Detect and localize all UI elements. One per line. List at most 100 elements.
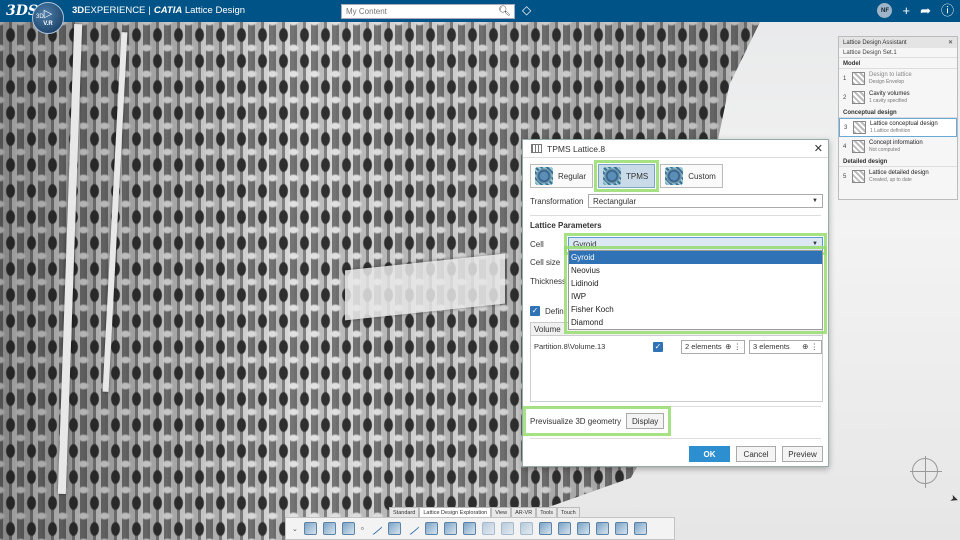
relations-tool-icon[interactable] [614, 522, 628, 535]
elements-field-2[interactable]: 3 elements ⊕ ⋮ [749, 339, 822, 354]
export-tool-icon[interactable] [595, 522, 609, 535]
volume-tool-icon[interactable] [538, 522, 552, 535]
assistant-title: Lattice Design Assistant [843, 39, 907, 46]
step-detail: 1 cavity specified [869, 97, 908, 104]
dialog-title: TPMS Lattice.8 [547, 143, 606, 154]
define-checkbox[interactable]: ✓ [530, 306, 540, 316]
custom-lattice-icon [665, 167, 684, 185]
step-title: Lattice conceptual design [870, 120, 938, 127]
avatar[interactable]: NF [877, 3, 893, 18]
box-tool-icon[interactable] [633, 522, 647, 535]
transformation-select[interactable]: Rectangular ▼ [588, 194, 823, 208]
plus-icon[interactable]: + [902, 4, 910, 17]
tab-view[interactable]: View [491, 507, 512, 517]
extrude-tool-icon[interactable] [462, 522, 476, 535]
tab-lattice-design-exploration[interactable]: Lattice Design Exploration [419, 507, 492, 517]
section-model: Model [839, 58, 957, 69]
step-lattice-detailed-design[interactable]: 5 Lattice detailed design Created, up to … [839, 167, 957, 186]
tab-touch[interactable]: Touch [557, 507, 580, 517]
cell-option-gyroid[interactable]: Gyroid [569, 251, 822, 264]
volume-column-header: Volume [534, 324, 561, 334]
measure-tool-icon[interactable] [557, 522, 571, 535]
play-icon[interactable]: ▷ [44, 9, 52, 20]
display-button[interactable]: Display [626, 413, 665, 429]
tab-standard[interactable]: Standard [389, 507, 420, 517]
regular-type-button[interactable]: Regular [530, 164, 594, 188]
line-tool-icon[interactable] [369, 522, 383, 535]
chevron-down-icon[interactable]: ⌄ [292, 525, 298, 533]
compass-widget[interactable]: 3D ▷ V.R [32, 2, 64, 34]
surface-tool-icon[interactable] [443, 522, 457, 535]
cell-value: Gyroid [573, 239, 597, 249]
cancel-button[interactable]: Cancel [736, 446, 776, 462]
tab-ar-vr[interactable]: AR-VR [511, 507, 537, 517]
axis-system-icon[interactable] [424, 522, 438, 535]
cell-option-iwp[interactable]: IWP [569, 290, 822, 303]
part-tool-icon[interactable] [341, 522, 355, 535]
define-row: ✓ Defin [530, 306, 564, 316]
volume-table: Volume Partition.8\Volume.13 ✓ 2 element… [530, 322, 823, 402]
preview-button[interactable]: Preview [782, 446, 823, 462]
chevron-down-icon: ▼ [812, 241, 818, 247]
ok-button[interactable]: OK [689, 446, 730, 462]
thicken-tool-icon[interactable] [519, 522, 533, 535]
assistant-subtitle: Lattice Design Set.1 [839, 48, 957, 58]
solid-tool-icon[interactable] [481, 522, 495, 535]
step-number: 4 [843, 143, 847, 150]
sketch-tool-icon[interactable] [322, 522, 336, 535]
tab-tools[interactable]: Tools [536, 507, 558, 517]
close-icon[interactable]: ✕ [814, 142, 823, 155]
step-number: 1 [843, 75, 847, 82]
lattice-tool-icon[interactable] [303, 522, 317, 535]
row-checkbox[interactable]: ✓ [653, 341, 663, 352]
step-concept-information[interactable]: 4 Concept information Not computed [839, 137, 957, 156]
step-cavity-volumes[interactable]: 2 Cavity volumes 1 cavity specified [839, 88, 957, 107]
tpms-type-button[interactable]: TPMS [593, 160, 660, 192]
robot-compass-icon[interactable] [910, 456, 942, 488]
step-lattice-conceptual-design[interactable]: 3 Lattice conceptual design 1 Lattice def… [839, 118, 957, 137]
plane-tool-icon[interactable] [387, 522, 401, 535]
assistant-header: Lattice Design Assistant ✕ [839, 37, 957, 48]
step-number: 2 [843, 94, 847, 101]
point-icon[interactable]: ▫ [361, 524, 364, 533]
close-icon[interactable]: ✕ [948, 39, 953, 46]
tag-icon[interactable]: ◇ [522, 3, 531, 17]
step-number: 5 [843, 173, 847, 180]
more-icon[interactable]: ⊕ ⋮ [725, 342, 741, 351]
elements-field-1[interactable]: 2 elements ⊕ ⋮ [681, 339, 745, 354]
volume-cell: Partition.8\Volume.13 [534, 342, 606, 351]
cell-select[interactable]: Gyroid ▼ [564, 233, 827, 255]
step-detail: Not computed [869, 146, 901, 153]
step-detail: 1 Lattice definition [870, 127, 911, 134]
dialog-title-bar[interactable]: TPMS Lattice.8 [523, 140, 828, 158]
search-icon[interactable]: 🔍︎ [498, 6, 511, 17]
table-row[interactable]: Partition.8\Volume.13 ✓ 2 elements ⊕ ⋮ 3… [531, 339, 822, 354]
search-box[interactable]: 🔍︎ [341, 4, 515, 19]
divider [530, 406, 821, 407]
elements-value: 3 elements [753, 342, 790, 351]
step-title: Lattice detailed design [869, 169, 929, 176]
cell-dropdown[interactable]: Gyroid Neovius Lidinoid IWP Fisher Koch … [564, 246, 827, 334]
analysis-tool-icon[interactable] [576, 522, 590, 535]
step-design-to-lattice[interactable]: 1 Design to lattice Design Envelop [839, 69, 957, 88]
share-icon[interactable]: ➦ [920, 4, 931, 17]
info-step-icon [852, 140, 865, 153]
cell-option-neovius[interactable]: Neovius [569, 264, 822, 277]
lattice-step-icon [852, 72, 865, 85]
cell-option-diamond[interactable]: Diamond [569, 316, 822, 329]
help-icon[interactable]: ⓘ [941, 4, 954, 17]
step-title: Cavity volumes [869, 90, 910, 97]
custom-type-button[interactable]: Custom [660, 164, 723, 188]
type-label: TPMS [626, 171, 649, 181]
more-icon[interactable]: ⊕ ⋮ [802, 342, 818, 351]
search-input[interactable] [346, 7, 496, 16]
define-label: Defin [545, 306, 564, 316]
axis-tool-icon[interactable] [406, 522, 420, 535]
tpms-lattice-icon [603, 167, 622, 185]
compass-3d-label: 3D [36, 14, 44, 20]
brand-catia: CATIA [153, 5, 183, 16]
cell-option-fisher-koch[interactable]: Fisher Koch [569, 303, 822, 316]
shell-tool-icon[interactable] [500, 522, 514, 535]
elements-value: 2 elements [685, 342, 722, 351]
cell-option-lidinoid[interactable]: Lidinoid [569, 277, 822, 290]
